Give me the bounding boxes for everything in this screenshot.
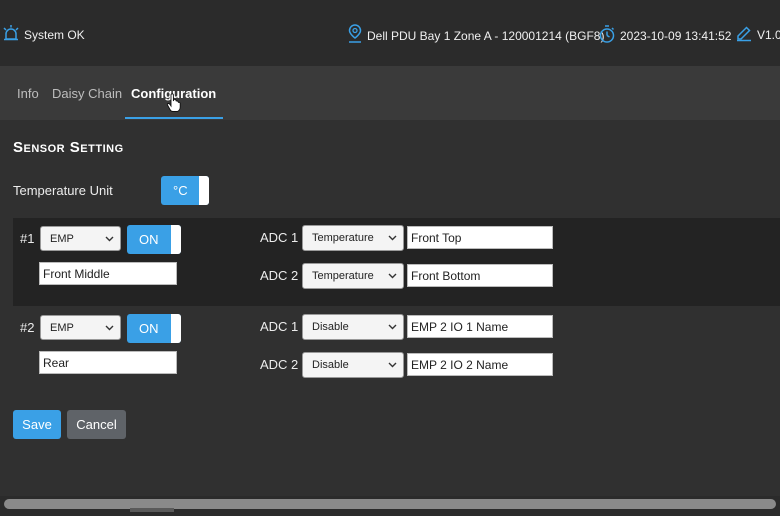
chevron-down-icon	[105, 233, 114, 245]
top-status-bar: System OK Dell PDU Bay 1 Zone A - 120001…	[0, 0, 780, 66]
scrollbar-marker	[130, 508, 174, 512]
save-button[interactable]: Save	[13, 410, 61, 439]
toggle-knob	[171, 314, 181, 343]
sensor-1-adc-2-mode-select[interactable]: Temperature	[302, 263, 404, 289]
system-status-text: System OK	[24, 27, 85, 42]
toggle-knob	[199, 176, 209, 205]
sensor-1-state: ON	[139, 232, 159, 247]
hand-cursor-icon	[166, 93, 182, 118]
sensor-1-type-select[interactable]: EMP	[40, 226, 121, 251]
sensor-2-name-input[interactable]: Rear	[39, 351, 177, 374]
stopwatch-icon	[598, 24, 620, 47]
sensor-2-state: ON	[139, 321, 159, 336]
sensor-2-type-value: EMP	[50, 321, 74, 334]
firmware-version: V1.07	[735, 24, 780, 45]
system-status: System OK	[2, 24, 85, 45]
adc-mode-value: Temperature	[312, 270, 374, 282]
temperature-unit-label: Temperature Unit	[13, 183, 113, 198]
sensor-2-enable-toggle[interactable]: ON	[127, 314, 181, 343]
sensor-2-adc-2-name-input[interactable]: EMP 2 IO 2 Name	[407, 353, 553, 376]
tab-daisy-chain[interactable]: Daisy Chain	[52, 86, 122, 101]
sensor-1-adc-1-name-input[interactable]: Front Top	[407, 226, 553, 249]
device-location-text: Dell PDU Bay 1 Zone A - 120001214 (BGF8)	[367, 28, 605, 43]
tab-bar: Info Daisy Chain Configuration	[0, 66, 780, 120]
chevron-down-icon	[388, 359, 397, 371]
device-location: Dell PDU Bay 1 Zone A - 120001214 (BGF8)	[347, 24, 604, 47]
date-time-text: 2023-10-09 13:41:52	[620, 28, 732, 43]
sensor-2-adc-1-mode-select[interactable]: Disable	[302, 314, 404, 340]
map-pin-icon	[347, 24, 367, 47]
chevron-down-icon	[388, 321, 397, 333]
sensor-2-type-select[interactable]: EMP	[40, 315, 121, 340]
toggle-knob	[171, 225, 181, 254]
adc-label: ADC 2	[260, 268, 299, 283]
alarm-siren-icon	[2, 24, 24, 45]
scrollbar-thumb[interactable]	[4, 499, 776, 509]
sensor-index: #2	[20, 320, 35, 335]
adc-label: ADC 1	[260, 319, 299, 334]
sensor-1-name-input[interactable]: Front Middle	[39, 262, 177, 285]
chevron-down-icon	[388, 270, 397, 282]
chevron-down-icon	[105, 322, 114, 334]
date-time: 2023-10-09 13:41:52	[598, 24, 731, 47]
sensor-2-adc-2-mode-select[interactable]: Disable	[302, 352, 404, 378]
adc-label: ADC 1	[260, 230, 299, 245]
tab-info[interactable]: Info	[17, 86, 39, 101]
temperature-unit-value: °C	[173, 183, 188, 198]
horizontal-scrollbar[interactable]	[0, 496, 780, 516]
firmware-version-text: V1.07	[757, 27, 780, 42]
sensor-index: #1	[20, 231, 35, 246]
cancel-button[interactable]: Cancel	[67, 410, 126, 439]
sensor-1-adc-2-name-input[interactable]: Front Bottom	[407, 264, 553, 287]
adc-mode-value: Disable	[312, 321, 349, 333]
chevron-down-icon	[388, 232, 397, 244]
configuration-panel	[0, 120, 780, 496]
sensor-1-adc-1-mode-select[interactable]: Temperature	[302, 225, 404, 251]
sensor-2-adc-1-name-input[interactable]: EMP 2 IO 1 Name	[407, 315, 553, 338]
sensor-1-enable-toggle[interactable]: ON	[127, 225, 181, 254]
adc-mode-value: Disable	[312, 359, 349, 371]
sensor-1-type-value: EMP	[50, 232, 74, 245]
pencil-icon	[735, 24, 757, 45]
adc-label: ADC 2	[260, 357, 299, 372]
adc-mode-value: Temperature	[312, 232, 374, 244]
section-title: Sensor Setting	[13, 139, 124, 156]
temperature-unit-toggle[interactable]: °C	[161, 176, 209, 205]
